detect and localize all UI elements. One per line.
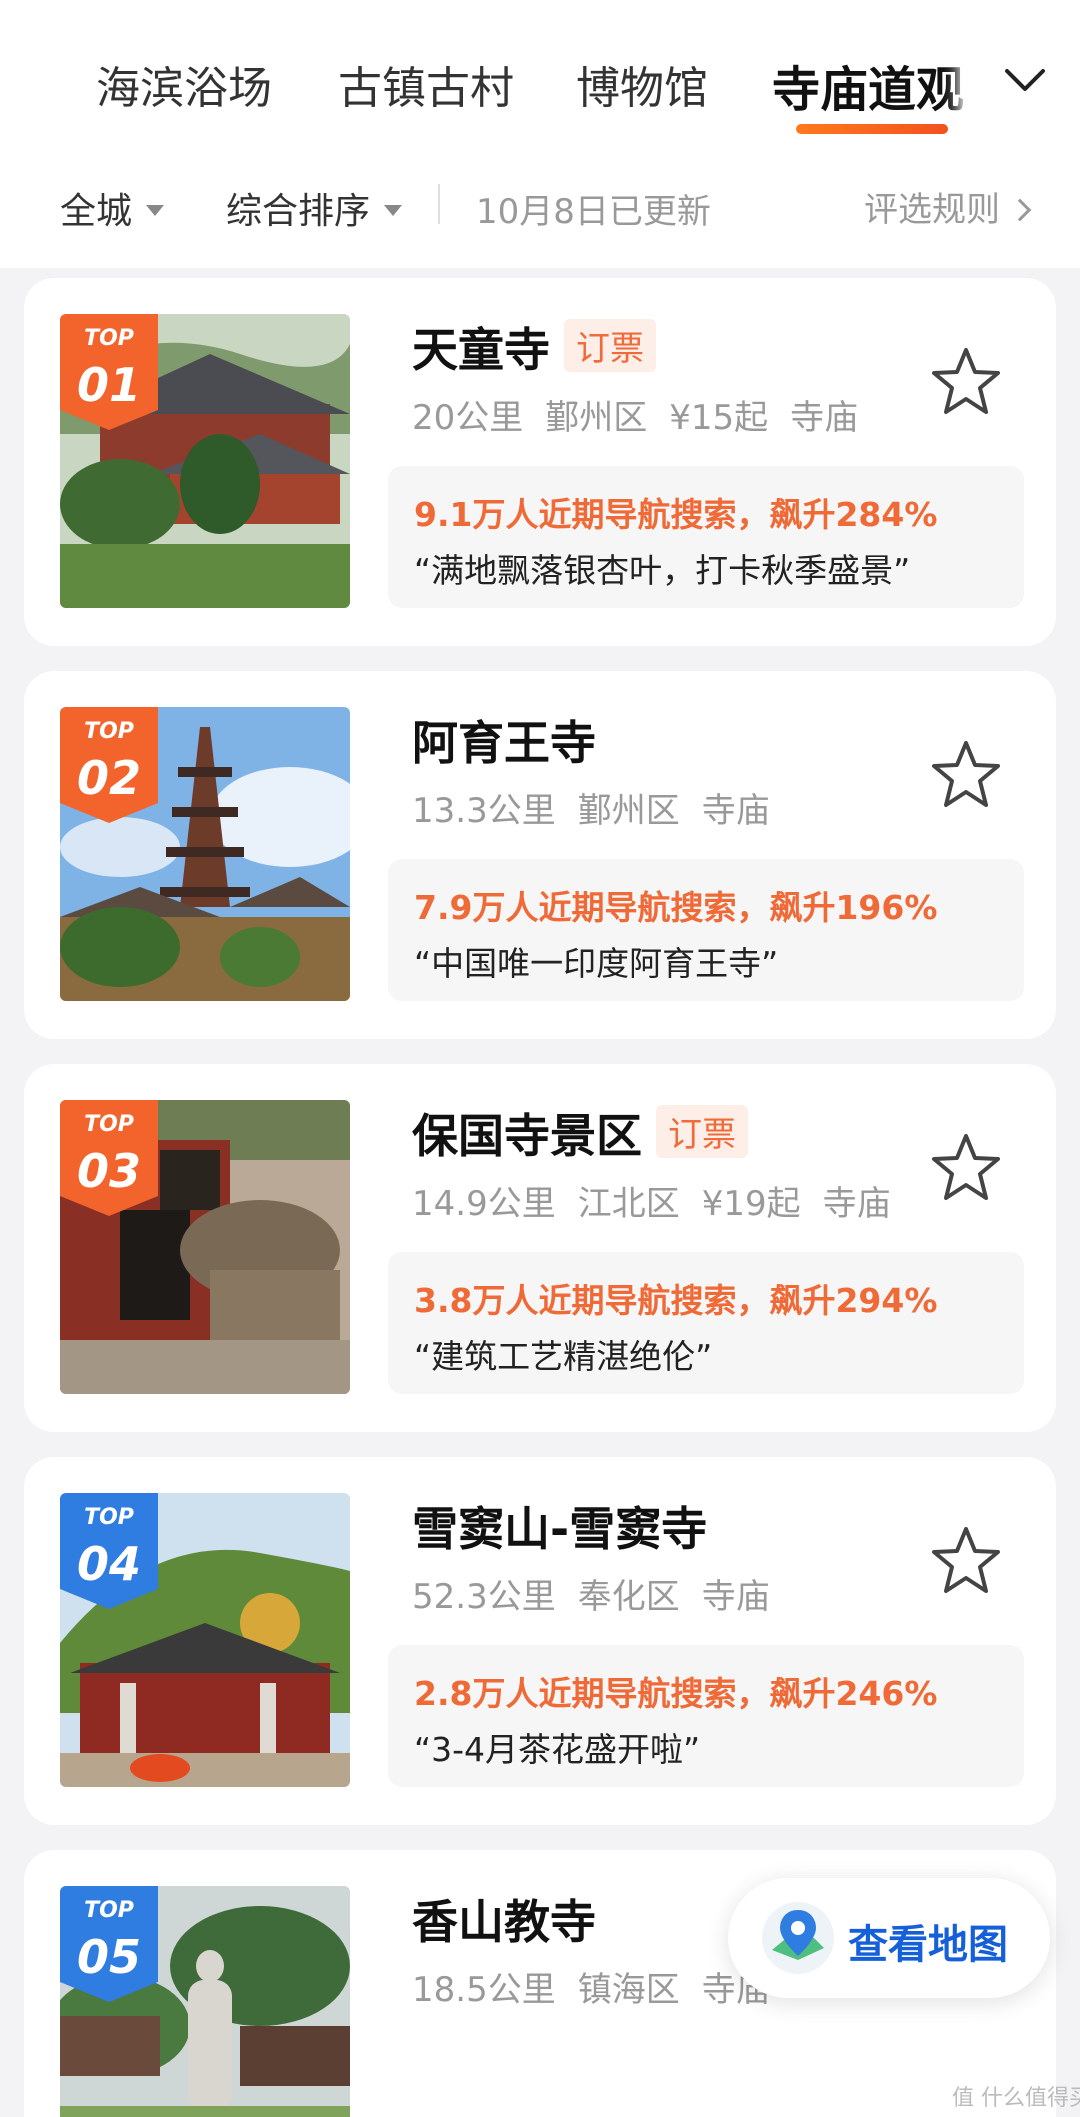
badge-top-label: TOP [84, 1898, 134, 1923]
place-name: 保国寺景区 [412, 1109, 642, 1163]
district: 鄞州区 [577, 791, 680, 831]
category: 寺庙 [701, 791, 770, 831]
star-icon[interactable] [928, 737, 1004, 813]
area-filter-label: 全城 [60, 191, 133, 232]
rank-badge: TOP 05 [60, 1886, 158, 2002]
list-item[interactable]: TOP 04 雪窦山-雪窦寺 52.3公里 奉化区 寺庙 2.8万人近期导航搜索，飙… [24, 1457, 1056, 1825]
tab-museum[interactable]: 博物馆 [576, 52, 708, 116]
district: 鄞州区 [545, 398, 648, 438]
temple-photo: TOP 03 [60, 1100, 350, 1394]
rank-badge: TOP 02 [60, 707, 158, 823]
star-icon[interactable] [928, 344, 1004, 420]
category: 寺庙 [822, 1184, 891, 1224]
rank-badge: TOP 04 [60, 1493, 158, 1609]
badge-top-label: TOP [84, 1112, 134, 1137]
place-meta: 14.9公里 江北区 ¥19起 寺庙 [412, 1176, 913, 1225]
place-meta: 20公里 鄞州区 ¥15起 寺庙 [412, 390, 880, 439]
watermark-text: 值 什么值得买 [952, 2086, 1080, 2111]
badge-rank-number: 02 [76, 751, 141, 805]
updated-text: 10月8日已更新 [476, 192, 711, 232]
temple-photo: TOP 02 [60, 707, 350, 1001]
district: 镇海区 [577, 1970, 680, 2010]
rank-badge: TOP 03 [60, 1100, 158, 1216]
temple-photo: TOP 05 [60, 1886, 350, 2117]
hot-info-box: 9.1万人近期导航搜索，飙升284% “满地飘落银杏叶，打卡秋季盛景” [388, 466, 1024, 608]
active-tab-indicator [796, 124, 948, 134]
area-filter[interactable]: 全城 [60, 182, 165, 234]
rules-label: 评选规则 [864, 190, 1000, 230]
badge-top-label: TOP [84, 1505, 134, 1530]
badge-rank-number: 03 [76, 1144, 141, 1198]
caret-down-icon [384, 204, 403, 216]
district: 奉化区 [577, 1577, 680, 1617]
hot-stat: 9.1万人近期导航搜索，飙升284% [414, 495, 938, 534]
place-meta: 18.5公里 镇海区 寺庙 [412, 1962, 792, 2011]
distance: 52.3公里 [412, 1577, 556, 1617]
category: 寺庙 [701, 1577, 770, 1617]
rank-badge: TOP 01 [60, 314, 158, 430]
category: 寺庙 [790, 398, 859, 438]
place-name-row: 雪窦山-雪窦寺 [412, 1493, 707, 1559]
filter-divider [438, 184, 440, 224]
hot-stat: 3.8万人近期导航搜索，飙升294% [414, 1281, 938, 1320]
rules-link[interactable]: 评选规则 [864, 182, 1032, 231]
temple-photo: TOP 01 [60, 314, 350, 608]
hot-info-box: 7.9万人近期导航搜索，飙升196% “中国唯一印度阿育王寺” [388, 859, 1024, 1001]
badge-top-label: TOP [84, 326, 134, 351]
distance: 14.9公里 [412, 1184, 556, 1224]
hot-stat: 2.8万人近期导航搜索，飙升246% [414, 1674, 938, 1713]
place-meta: 52.3公里 奉化区 寺庙 [412, 1569, 792, 1618]
chevron-down-icon [1005, 69, 1045, 91]
top-header: 海滨浴场 古镇古村 博物馆 寺庙道观 全城 综合排序 10月8日已更新 评选规则 [0, 0, 1080, 268]
tab-temple[interactable]: 寺庙道观 [772, 50, 964, 120]
chevron-right-icon [1008, 198, 1032, 222]
sort-filter-label: 综合排序 [226, 191, 371, 232]
price: ¥19起 [701, 1184, 801, 1224]
badge-rank-number: 05 [76, 1930, 141, 1984]
list-item[interactable]: TOP 02 阿育王寺 13.3公里 鄞州区 寺庙 7.9万人近期导航搜索，飙升19… [24, 671, 1056, 1039]
filter-bar: 全城 综合排序 10月8日已更新 评选规则 [0, 170, 1080, 240]
hot-stat: 7.9万人近期导航搜索，飙升196% [414, 888, 938, 927]
ticket-tag[interactable]: 订票 [656, 1105, 748, 1158]
expand-tabs-button[interactable] [970, 40, 1080, 120]
temple-photo: TOP 04 [60, 1493, 350, 1787]
view-map-label: 查看地图 [848, 1922, 1008, 1968]
category-tabs: 海滨浴场 古镇古村 博物馆 寺庙道观 [0, 0, 1080, 150]
distance: 13.3公里 [412, 791, 556, 831]
review-quote: “中国唯一印度阿育王寺” [414, 944, 779, 983]
sort-filter[interactable]: 综合排序 [226, 182, 403, 234]
review-quote: “3-4月茶花盛开啦” [414, 1730, 701, 1769]
map-pin-icon [762, 1902, 834, 1974]
place-name-row: 保国寺景区 订票 [412, 1100, 748, 1166]
list-item[interactable]: TOP 03 保国寺景区 订票 14.9公里 江北区 ¥19起 寺庙 3.8万人近期导航… [24, 1064, 1056, 1432]
hot-info-box: 3.8万人近期导航搜索，飙升294% “建筑工艺精湛绝伦” [388, 1252, 1024, 1394]
distance: 18.5公里 [412, 1970, 556, 2010]
place-name: 阿育王寺 [412, 716, 596, 770]
price: ¥15起 [669, 398, 769, 438]
list-item[interactable]: TOP 01 天童寺 订票 20公里 鄞州区 ¥15起 寺庙 9.1万人近期导航搜索，飙… [24, 278, 1056, 646]
place-name: 天童寺 [412, 323, 550, 377]
place-name-row: 天童寺 订票 [412, 314, 656, 380]
caret-down-icon [146, 204, 165, 216]
review-quote: “满地飘落银杏叶，打卡秋季盛景” [414, 551, 911, 590]
place-name: 雪窦山-雪窦寺 [412, 1502, 708, 1556]
tab-beach[interactable]: 海滨浴场 [96, 52, 272, 116]
badge-top-label: TOP [84, 719, 134, 744]
review-quote: “建筑工艺精湛绝伦” [414, 1337, 713, 1376]
badge-rank-number: 04 [76, 1537, 141, 1591]
view-map-button[interactable]: 查看地图 [728, 1878, 1050, 1998]
district: 江北区 [577, 1184, 680, 1224]
tab-ancient-town[interactable]: 古镇古村 [338, 52, 514, 116]
place-name: 香山教寺 [412, 1895, 596, 1949]
place-name-row: 香山教寺 [412, 1886, 596, 1952]
ticket-tag[interactable]: 订票 [564, 319, 656, 372]
badge-rank-number: 01 [76, 358, 141, 412]
hot-info-box: 2.8万人近期导航搜索，飙升246% “3-4月茶花盛开啦” [388, 1645, 1024, 1787]
place-name-row: 阿育王寺 [412, 707, 596, 773]
place-meta: 13.3公里 鄞州区 寺庙 [412, 783, 792, 832]
star-icon[interactable] [928, 1130, 1004, 1206]
distance: 20公里 [412, 398, 524, 438]
star-icon[interactable] [928, 1523, 1004, 1599]
